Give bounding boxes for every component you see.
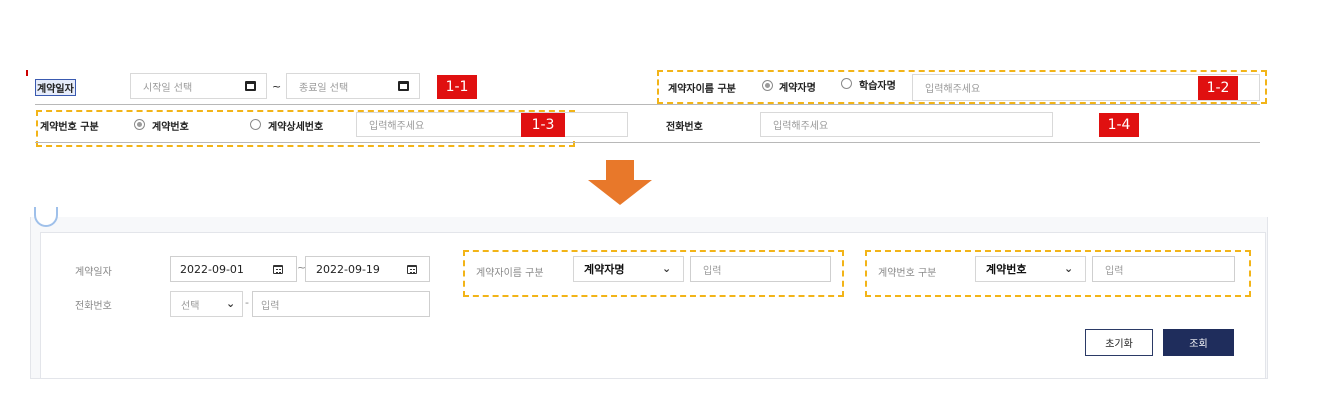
calendar-icon[interactable] (273, 265, 283, 274)
phone-label: 전화번호 (75, 301, 112, 312)
contract-no-input-placeholder: 입력해주세요 (369, 121, 425, 132)
start-date-field[interactable]: 2022-09-01 (170, 256, 297, 282)
radio-learner-name-label: 학습자명 (859, 81, 896, 92)
phone-input[interactable]: 입력 (252, 291, 430, 317)
phone-separator: - (245, 296, 249, 309)
contract-date-label: 계약일자 (35, 79, 76, 96)
start-date-value: 2022-09-01 (180, 262, 244, 276)
search-button[interactable]: 조회 (1163, 329, 1234, 356)
radio-contractor-name-label: 계약자명 (779, 83, 816, 94)
start-date-input[interactable]: 시작일 선택 (130, 73, 267, 99)
annotation-badge-1-2: 1-2 (1198, 76, 1238, 100)
radio-detail-contract-no[interactable] (250, 119, 261, 130)
end-date-input[interactable]: 종료일 선택 (286, 73, 420, 99)
contract-no-input-placeholder: 입력 (1105, 265, 1124, 277)
calendar-icon[interactable] (407, 265, 417, 274)
cursor-mark (26, 70, 28, 76)
end-date-field[interactable]: 2022-09-19 (305, 256, 430, 282)
phone-input-placeholder: 입력 (261, 300, 280, 312)
annotation-badge-1-3: 1-3 (521, 113, 565, 137)
annotation-badge-1-1: 1-1 (437, 75, 477, 99)
arrow-down-icon (588, 160, 652, 205)
reset-button[interactable]: 초기화 (1085, 329, 1153, 356)
calendar-icon[interactable] (398, 81, 409, 91)
radio-detail-contract-no-label: 계약상세번호 (268, 122, 324, 133)
radio-learner-name[interactable] (841, 78, 852, 89)
row-divider (35, 142, 1260, 143)
name-type-select[interactable]: 계약자명 ⌄ (573, 256, 684, 282)
name-input[interactable]: 입력 (690, 256, 831, 282)
date-range-separator: ~ (272, 80, 282, 93)
name-input-placeholder: 입력 (703, 265, 722, 277)
phone-select-value: 선택 (181, 300, 200, 312)
contract-no-input[interactable]: 입력해주세요 (356, 112, 628, 137)
top-search-form: 계약일자 시작일 선택 ~ 종료일 선택 1-1 계약자이름 구분 계약자명 학… (0, 0, 1327, 160)
name-type-select-value: 계약자명 (584, 263, 625, 276)
contract-no-type-select[interactable]: 계약번호 ⌄ (975, 256, 1086, 282)
contract-no-type-label: 계약번호 구분 (878, 268, 937, 279)
radio-contract-no-label: 계약번호 (152, 122, 189, 133)
phone-input-placeholder: 입력해주세요 (773, 121, 829, 132)
end-date-value: 2022-09-19 (316, 262, 380, 276)
contract-no-select-value: 계약번호 (986, 263, 1027, 276)
name-type-label: 계약자이름 구분 (476, 268, 544, 279)
phone-label: 전화번호 (666, 122, 703, 133)
start-date-placeholder: 시작일 선택 (143, 82, 193, 94)
phone-input[interactable]: 입력해주세요 (760, 112, 1053, 137)
name-input-placeholder: 입력해주세요 (925, 84, 981, 95)
name-type-label: 계약자이름 구분 (668, 84, 736, 95)
end-date-placeholder: 종료일 선택 (299, 82, 349, 94)
contract-no-input[interactable]: 입력 (1092, 256, 1235, 282)
radio-contractor-name[interactable] (762, 80, 773, 91)
row-divider (35, 104, 1260, 105)
radio-contract-no[interactable] (134, 119, 145, 130)
chevron-down-icon: ⌄ (226, 297, 236, 310)
chevron-down-icon: ⌄ (1064, 262, 1074, 275)
chevron-down-icon: ⌄ (662, 262, 672, 275)
annotation-badge-1-4: 1-4 (1099, 113, 1139, 137)
phone-prefix-select[interactable]: 선택 ⌄ (170, 291, 243, 317)
contract-no-type-label: 계약번호 구분 (40, 122, 99, 133)
calendar-icon[interactable] (245, 81, 256, 91)
contract-date-label: 계약일자 (75, 267, 112, 278)
